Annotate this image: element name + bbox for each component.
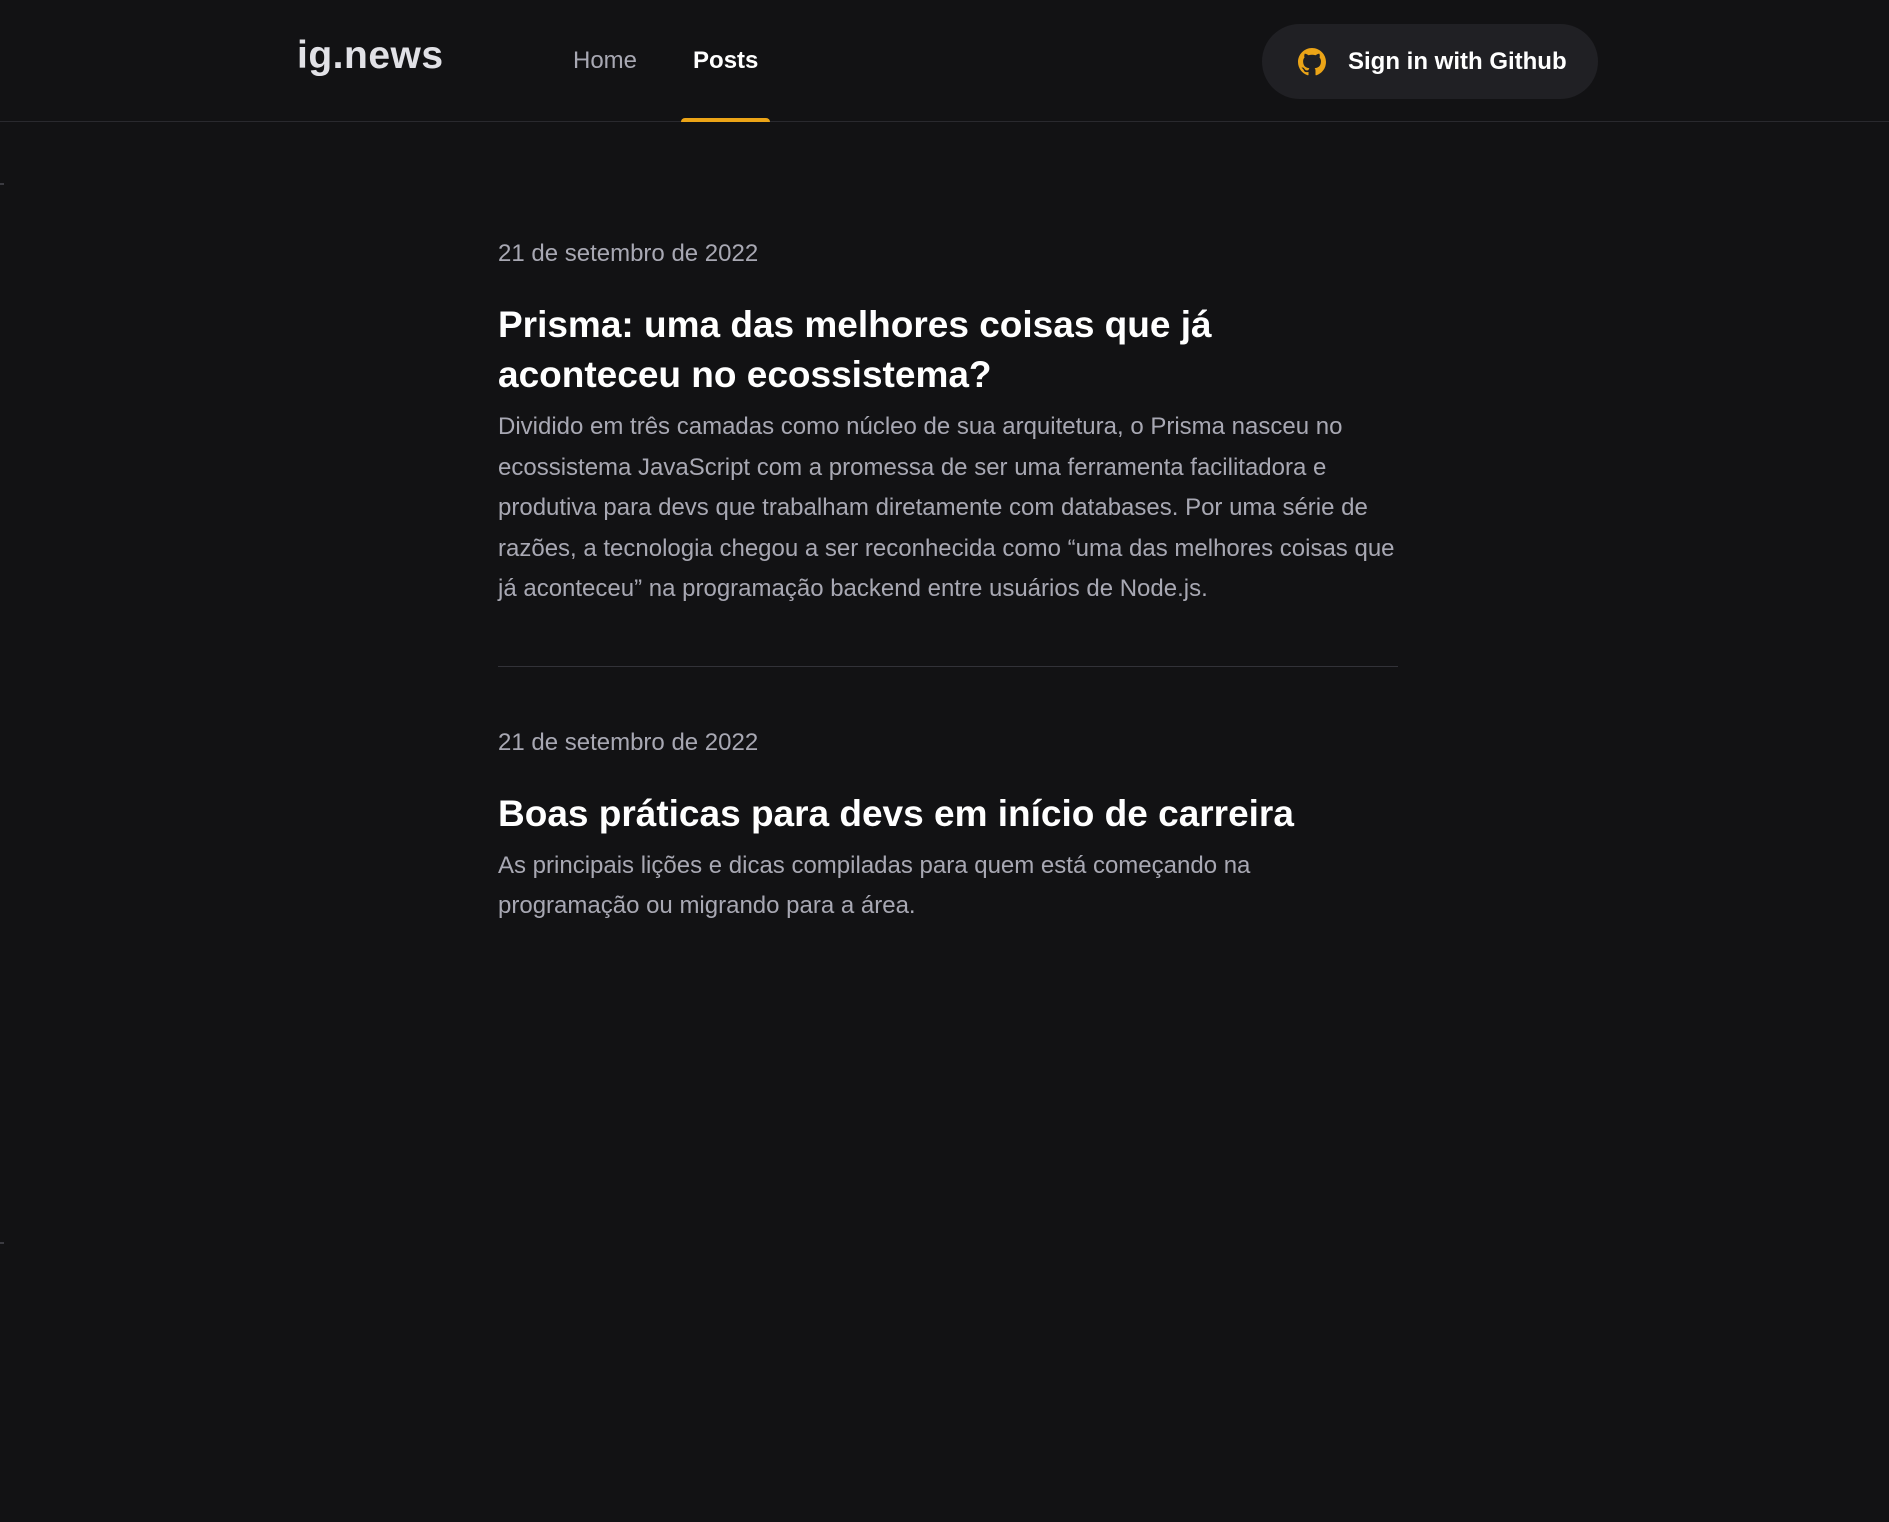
sign-in-github-button[interactable]: Sign in with Github [1262, 24, 1598, 99]
main-nav: Home Posts [545, 0, 786, 122]
post-title: Boas práticas para devs em início de car… [498, 792, 1294, 834]
github-icon [1298, 47, 1326, 76]
post-excerpt: As principais lições e dicas compiladas … [498, 851, 1251, 920]
nav-home-link[interactable]: Home [545, 0, 665, 122]
top-header: ig.news Home Posts Sign in with Github [0, 0, 1889, 122]
posts-list: 21 de setembro de 2022 Prisma: uma das m… [498, 230, 1398, 927]
sign-in-label: Sign in with Github [1348, 47, 1567, 75]
edge-mark [0, 1242, 4, 1244]
post-divider [498, 665, 1398, 667]
post-date: 21 de setembro de 2022 [498, 240, 759, 267]
logo[interactable]: ig.news [297, 34, 444, 78]
edge-mark [0, 183, 4, 185]
nav-posts-link[interactable]: Posts [665, 0, 786, 122]
post-card[interactable]: 21 de setembro de 2022 Boas práticas par… [498, 711, 1398, 927]
post-card[interactable]: 21 de setembro de 2022 Prisma: uma das m… [498, 222, 1398, 610]
post-title: Prisma: uma das melhores coisas que já a… [498, 304, 1212, 395]
post-date: 21 de setembro de 2022 [498, 728, 759, 756]
post-excerpt: Dividido em três camadas como núcleo de … [498, 413, 1395, 602]
